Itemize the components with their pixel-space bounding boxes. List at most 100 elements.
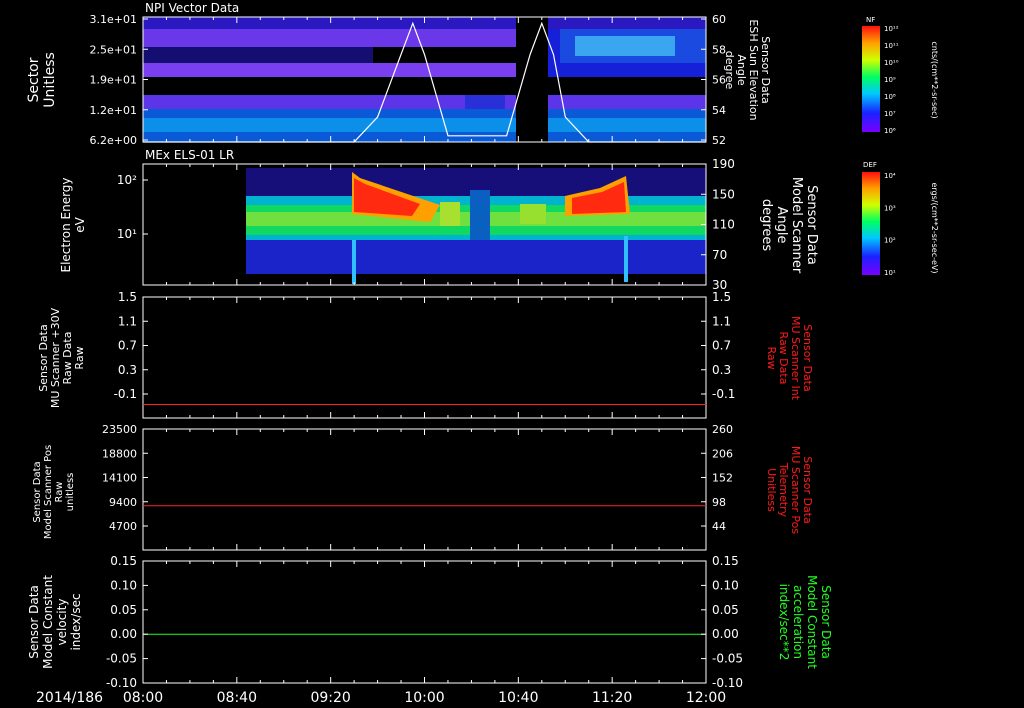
mu-int-left-label-4: Raw: [73, 346, 86, 369]
mu-pos-left-label-4: unitless: [65, 473, 76, 512]
npi-colorbar-label: NF: [866, 16, 875, 24]
time-tick-6: 12:00: [686, 690, 726, 706]
els-left-tick-0: 10²: [117, 173, 137, 187]
chart-canvas: NPI Vector Data Sector Unitless 3.1e+01 2…: [26, 1, 939, 706]
mu-int-left-tick-0: 1.5: [118, 290, 137, 304]
els-cbar-ticks-2: 10²: [884, 237, 896, 245]
npi-title: NPI Vector Data: [145, 1, 239, 15]
els-left-tick-1: 10¹: [117, 227, 137, 241]
npi-cbar-ticks-2: 10¹⁰: [884, 59, 899, 67]
npi-right-tick-3: 54: [712, 104, 726, 117]
const-left-label-1: Sensor Data: [27, 585, 41, 659]
mu-pos-plot-frame: [142, 428, 707, 551]
els-right-tick-0: 190: [712, 157, 735, 171]
els-cbar-ticks-3: 10¹: [884, 269, 896, 277]
mu-int-left-tick-2: 0.7: [118, 339, 137, 353]
const-right-tick-labels: 0.15 0.10 0.05 0.00 -0.05 -0.10: [701, 554, 743, 690]
npi-cbar-ticks-3: 10⁹: [884, 76, 896, 84]
els-spectrogram: [143, 168, 706, 286]
const-left-label-3: velocity: [55, 599, 69, 646]
const-left-tick-labels: 0.15 0.10 0.05 0.00 -0.05 -0.10: [106, 554, 148, 690]
const-left-label-2: Model Constant: [41, 575, 55, 669]
els-left-label-2: eV: [73, 216, 87, 232]
els-right-label: Sensor Data Model Scanner Angle degrees: [759, 177, 819, 274]
npi-colorbar: NF 10¹² 10¹¹ 10¹⁰ 10⁹ 10⁸ 10⁷ 10⁶ cnts/(cm**2-…: [862, 16, 939, 135]
const-right-label-2: Model Constant: [805, 575, 819, 669]
els-cbar-ticks-1: 10³: [884, 204, 896, 212]
npi-right-tick-0: 60: [712, 13, 726, 26]
els-colorbar-ticks: 10⁴ 10³ 10² 10¹: [884, 172, 896, 277]
time-tick-4: 10:40: [498, 690, 538, 706]
mu-int-right-tick-3: 0.3: [712, 363, 731, 377]
npi-left-tick-0: 3.1e+01: [90, 13, 137, 26]
const-right-tick-5: -0.10: [712, 676, 743, 690]
mu-int-left-tick-1: 1.1: [118, 314, 137, 328]
const-right-label-4: index/sec**2: [777, 584, 791, 661]
mu-int-right-tick-4: -0.1: [712, 387, 735, 401]
npi-left-tick-3: 1.2e+01: [90, 104, 137, 117]
npi-cbar-ticks-6: 10⁶: [884, 127, 896, 135]
npi-left-tick-2: 1.9e+01: [90, 74, 137, 87]
npi-left-tick-labels: 3.1e+01 2.5e+01 1.9e+01 1.2e+01 6.2e+00: [90, 13, 148, 147]
npi-spectrogram: [143, 17, 706, 143]
npi-cbar-ticks-4: 10⁸: [884, 93, 896, 101]
npi-colorbar-unit: cnts/(cm**2-sr-sec): [930, 41, 939, 118]
const-left-label: Sensor Data Model Constant velocity inde…: [27, 575, 83, 669]
npi-right-label: Sensor Data ESH Sun Elevation Angle degr…: [723, 19, 772, 120]
els-colorbar-unit: ergs/(cm**2-sr-sec-eV): [930, 182, 939, 273]
mu-int-right-label: Sensor Data MU Scanner Int Raw Data Raw: [765, 316, 814, 401]
const-left-label-4: index/sec: [69, 593, 83, 650]
mu-pos-left-tick-labels: 23500 18800 14100 9400 4700: [102, 423, 148, 533]
npi-right-label-4: degree: [723, 51, 736, 90]
const-left-tick-4: -0.05: [106, 652, 137, 666]
els-right-label-4: degrees: [759, 199, 774, 252]
mu-pos-right-label: Sensor Data MU Scanner Pos Telemetry Uni…: [765, 446, 814, 535]
mu-int-right-tick-0: 1.5: [712, 290, 731, 304]
mu-pos-left-label-2: Model Scanner Pos: [43, 445, 54, 539]
mu-pos-left-tick-1: 18800: [102, 447, 137, 460]
const-right-tick-0: 0.15: [712, 554, 739, 568]
time-tick-3: 10:00: [404, 690, 444, 706]
time-tick-5: 11:20: [592, 690, 632, 706]
els-right-label-2: Model Scanner: [789, 177, 804, 274]
const-left-tick-1: 0.10: [110, 578, 137, 592]
npi-right-tick-4: 52: [712, 134, 726, 147]
mu-int-left-label: Sensor Data MU Scanner +30V Raw Data Raw: [37, 307, 86, 408]
npi-cbar-ticks-5: 10⁷: [884, 110, 896, 118]
mu-int-panel: Sensor Data MU Scanner +30V Raw Data Raw…: [37, 290, 814, 419]
els-panel: MEx ELS-01 LR Electron Energy eV 10²10¹ …: [59, 148, 939, 292]
npi-panel: NPI Vector Data Sector Unitless 3.1e+01 2…: [26, 1, 939, 147]
mu-int-left-tick-4: -0.1: [114, 387, 137, 401]
mu-pos-right-tick-0: 260: [712, 423, 733, 436]
const-right-label: Sensor Data Model Constant acceleration …: [777, 575, 833, 669]
mu-pos-right-label-4: Unitless: [765, 468, 778, 512]
els-right-label-3: Angle: [774, 207, 789, 244]
npi-left-label-1: Sector: [26, 57, 42, 102]
date-label: 2014/186: [36, 690, 103, 706]
npi-cbar-ticks-1: 10¹¹: [884, 42, 899, 50]
mu-pos-right-tick-3: 98: [712, 496, 726, 509]
els-cbar-ticks-0: 10⁴: [884, 172, 896, 180]
mu-int-right-tick-1: 1.1: [712, 314, 731, 328]
mu-pos-left-label-3: Raw: [54, 481, 65, 502]
const-plot-frame: [142, 560, 707, 684]
mu-pos-right-tick-1: 206: [712, 447, 733, 460]
els-right-tick-1: 150: [712, 187, 735, 201]
mu-pos-left-label-1: Sensor Data: [32, 461, 43, 522]
mu-pos-left-label: Sensor Data Model Scanner Pos Raw unitle…: [32, 445, 76, 539]
const-left-tick-2: 0.05: [110, 603, 137, 617]
npi-cbar-ticks-0: 10¹²: [884, 25, 899, 33]
npi-left-tick-4: 6.2e+00: [90, 134, 137, 147]
mu-int-plot-frame: [142, 296, 707, 419]
mu-pos-left-tick-4: 4700: [109, 520, 137, 533]
mu-pos-right-tick-2: 152: [712, 472, 733, 485]
const-right-tick-1: 0.10: [712, 578, 739, 592]
mu-pos-left-tick-2: 14100: [102, 472, 137, 485]
mu-int-left-tick-3: 0.3: [118, 363, 137, 377]
const-left-tick-0: 0.15: [110, 554, 137, 568]
els-left-label-1: Electron Energy: [59, 177, 73, 272]
mu-pos-panel: Sensor Data Model Scanner Pos Raw unitle…: [32, 423, 814, 551]
time-tick-2: 09:20: [310, 690, 350, 706]
const-right-tick-4: -0.05: [712, 652, 743, 666]
els-colorbar-label: DEF: [863, 161, 877, 169]
